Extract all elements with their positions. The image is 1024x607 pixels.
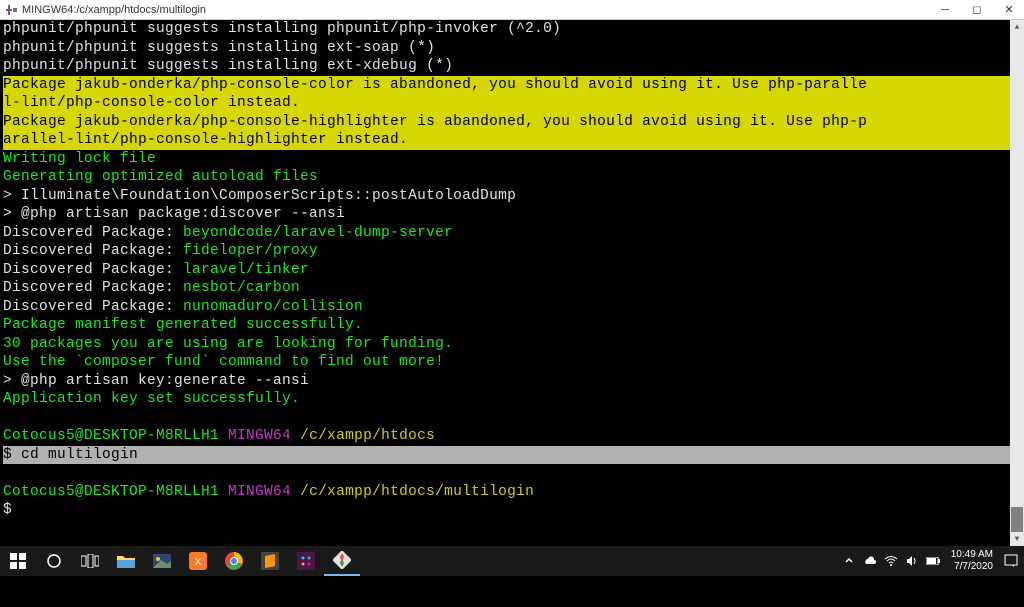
scroll-up-arrow[interactable]: ▲ (1010, 20, 1024, 34)
output-line: Discovered Package: nunomaduro/collision (3, 298, 1021, 317)
command-line: $ cd multilogin (3, 446, 1021, 465)
output-line: Application key set successfully. (3, 390, 1021, 409)
slack-icon (296, 551, 316, 571)
blank-line (3, 464, 1021, 483)
prompt-line: Cotocus5@DESKTOP-M8RLLH1 MINGW64 /c/xamp… (3, 483, 1021, 502)
title-bar: MINGW64:/c/xampp/htdocs/multilogin ─ ◻ ✕ (0, 0, 1024, 20)
scroll-down-arrow[interactable]: ▼ (1010, 532, 1024, 546)
clock[interactable]: 10:49 AM 7/7/2020 (947, 549, 997, 573)
output-line: Use the `composer fund` command to find … (3, 353, 1021, 372)
output-line: phpunit/phpunit suggests installing phpu… (3, 20, 1021, 39)
slack-button[interactable] (288, 546, 324, 576)
date: 7/7/2020 (951, 561, 993, 573)
output-line: Discovered Package: fideloper/proxy (3, 242, 1021, 261)
git-icon (332, 550, 352, 570)
time: 10:49 AM (951, 549, 993, 561)
taskbar: X 10:49 AM 7/7/2020 (0, 546, 1024, 576)
warning-line: Package jakub-onderka/php-console-highli… (3, 113, 1021, 132)
battery-icon[interactable] (926, 554, 940, 568)
sublime-button[interactable] (252, 546, 288, 576)
system-tray: 10:49 AM 7/7/2020 (842, 549, 1024, 573)
output-line: 30 packages you are using are looking fo… (3, 335, 1021, 354)
xampp-button[interactable]: X (180, 546, 216, 576)
prompt-line: Cotocus5@DESKTOP-M8RLLH1 MINGW64 /c/xamp… (3, 427, 1021, 446)
taskbar-left: X (0, 546, 360, 576)
output-line: Discovered Package: beyondcode/laravel-d… (3, 224, 1021, 243)
close-button[interactable]: ✕ (1002, 3, 1016, 17)
task-view-icon (80, 551, 100, 571)
svg-text:X: X (195, 557, 202, 568)
wifi-icon[interactable] (884, 554, 898, 568)
output-line: Discovered Package: laravel/tinker (3, 261, 1021, 280)
chrome-button[interactable] (216, 546, 252, 576)
folder-icon (116, 551, 136, 571)
cortana-button[interactable] (36, 546, 72, 576)
cloud-icon[interactable] (863, 554, 877, 568)
notification-icon[interactable] (1004, 554, 1018, 568)
output-line: phpunit/phpunit suggests installing ext-… (3, 39, 1021, 58)
warning-line: l-lint/php-console-color instead. (3, 94, 1021, 113)
output-line: phpunit/phpunit suggests installing ext-… (3, 57, 1021, 76)
chrome-icon (224, 551, 244, 571)
xampp-icon: X (188, 551, 208, 571)
maximize-button[interactable]: ◻ (970, 3, 984, 17)
output-line: > @php artisan package:discover --ansi (3, 205, 1021, 224)
output-line: Package manifest generated successfully. (3, 316, 1021, 335)
minimize-button[interactable]: ─ (938, 3, 952, 17)
warning-line: arallel-lint/php-console-highlighter ins… (3, 131, 1021, 150)
file-explorer-button[interactable] (108, 546, 144, 576)
volume-icon[interactable] (905, 554, 919, 568)
scrollbar-thumb[interactable] (1011, 507, 1023, 532)
output-line: > @php artisan key:generate --ansi (3, 372, 1021, 391)
terminal-output[interactable]: phpunit/phpunit suggests installing phpu… (0, 20, 1024, 607)
taskbar-app[interactable] (144, 546, 180, 576)
window-title: MINGW64:/c/xampp/htdocs/multilogin (22, 4, 938, 16)
app-icon (4, 3, 18, 17)
git-bash-button[interactable] (324, 546, 360, 576)
gallery-icon (152, 551, 172, 571)
window-controls: ─ ◻ ✕ (938, 3, 1016, 17)
circle-icon (44, 551, 64, 571)
output-line: Writing lock file (3, 150, 1021, 169)
scrollbar[interactable]: ▲ ▼ (1010, 20, 1024, 546)
output-line: > Illuminate\Foundation\ComposerScripts:… (3, 187, 1021, 206)
tray-chevron-icon[interactable] (842, 554, 856, 568)
sublime-icon (260, 551, 280, 571)
windows-icon (8, 551, 28, 571)
output-line: Discovered Package: nesbot/carbon (3, 279, 1021, 298)
tray-icons (842, 554, 940, 568)
task-view-button[interactable] (72, 546, 108, 576)
start-button[interactable] (0, 546, 36, 576)
warning-line: Package jakub-onderka/php-console-color … (3, 76, 1021, 95)
command-input-line[interactable]: $ (3, 501, 1021, 520)
output-line: Generating optimized autoload files (3, 168, 1021, 187)
blank-line (3, 409, 1021, 428)
